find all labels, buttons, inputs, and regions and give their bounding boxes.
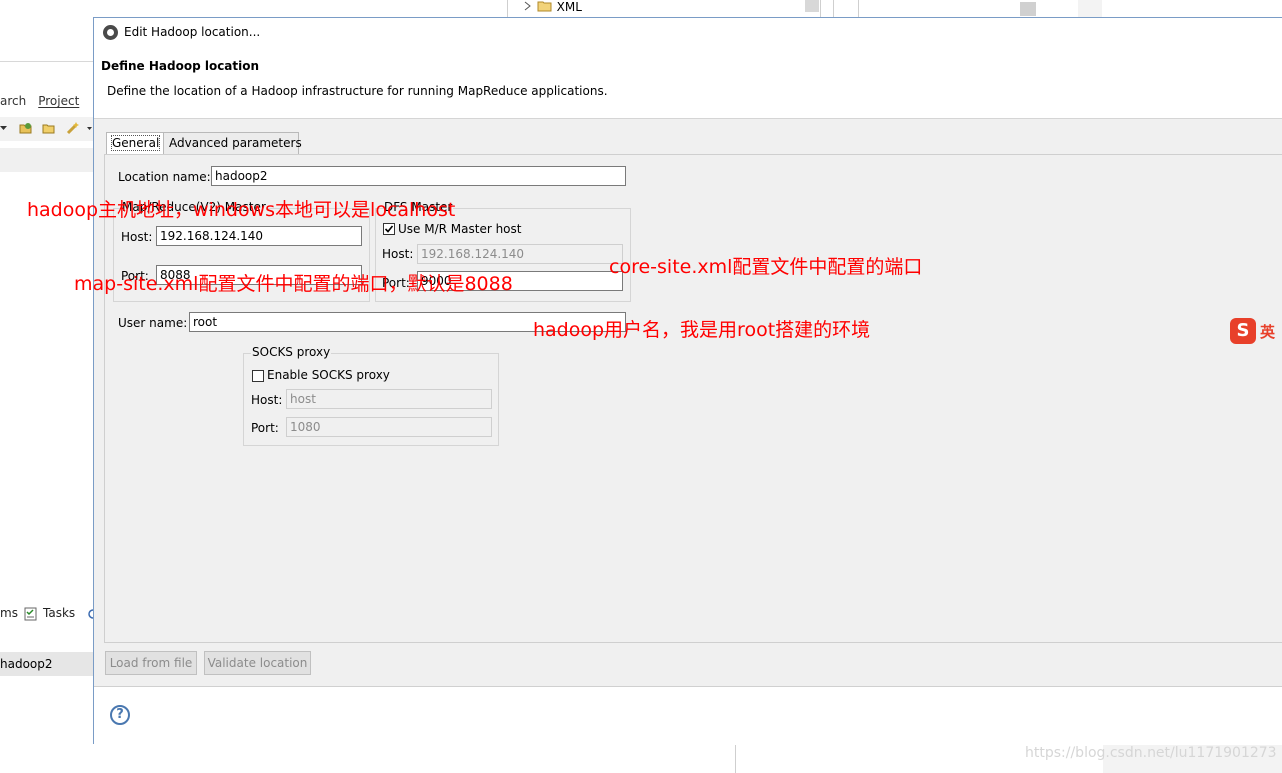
scrollbar-thumb[interactable] [805,0,819,12]
dialog-title: Edit Hadoop location... [124,25,261,39]
tab-advanced-parameters[interactable]: Advanced parameters [163,132,302,154]
menu-item-search[interactable]: arch [0,94,26,108]
ime-indicator[interactable]: S 英 [1230,318,1282,344]
tab-problems[interactable]: ms [0,606,18,620]
dfs-host-input[interactable]: 192.168.124.140 [417,244,623,264]
socks-host-input[interactable]: host [286,389,492,409]
ime-language-label: 英 [1260,323,1276,341]
background-view-strip [0,148,93,172]
menu-item-project[interactable]: Project [38,94,79,108]
location-name-label: Location name: [118,170,211,184]
background-bottom-tabs: ms Tasks [0,606,94,626]
open-project-icon[interactable] [19,121,33,135]
divider [735,745,736,773]
divider [833,0,834,17]
mr-host-input[interactable]: 192.168.124.140 [156,226,362,246]
sogou-logo-icon: S [1230,318,1256,344]
tab-general[interactable]: General [106,132,164,155]
annotation-host: hadoop主机地址，windows本地可以是localhost [27,199,456,221]
use-mr-master-checkbox[interactable] [383,223,395,235]
socks-port-label: Port: [251,421,279,435]
chevron-right-icon[interactable] [523,0,533,12]
tab-tasks[interactable]: Tasks [43,606,75,620]
socks-proxy-title: SOCKS proxy [251,345,332,359]
load-from-file-button[interactable]: Load from file [105,651,197,675]
annotation-mr-port: map-site.xml配置文件中配置的端口，默认是8088 [74,273,513,295]
user-name-label: User name: [118,316,188,330]
dialog-titlebar[interactable]: Edit Hadoop location... [94,18,1282,47]
edit-hadoop-location-dialog: Edit Hadoop location... Define Hadoop lo… [93,17,1282,745]
divider [507,0,508,17]
mr-host-label: Host: [121,230,153,244]
dropdown-arrow-icon[interactable] [86,121,93,135]
hadoop-app-icon [103,25,118,40]
dialog-footer: ? [94,687,1282,745]
tree-item-xml[interactable]: XML [523,0,582,14]
tab-label: Advanced parameters [169,136,302,150]
divider [820,0,821,17]
tree-item-label: XML [556,0,582,14]
wand-icon[interactable] [66,121,80,135]
background-top-area [93,0,1282,17]
watermark: https://blog.csdn.net/lu1171901273 [1025,745,1277,761]
open-folder-icon[interactable] [42,121,56,135]
tab-label: General [110,135,161,151]
header-description: Define the location of a Hadoop infrastr… [107,84,608,98]
use-mr-master-label: Use M/R Master host [398,222,522,236]
annotation-user: hadoop用户名，我是用root搭建的环境 [533,319,871,341]
validate-location-button[interactable]: Validate location [204,651,311,675]
background-toolbar [0,117,93,141]
socks-port-input[interactable]: 1080 [286,417,492,437]
help-icon[interactable]: ? [110,705,130,725]
dfs-host-label: Host: [382,247,414,261]
scrollbar-thumb[interactable] [1020,2,1036,16]
background-menu-bar: arch Project [0,94,91,108]
socks-host-label: Host: [251,393,283,407]
checkmark-icon [384,225,394,233]
background-tree-item-hadoop[interactable]: hadoop2 [0,652,93,676]
dialog-header: Define Hadoop location Define the locati… [94,47,1282,119]
folder-icon [537,1,552,12]
tree-item-label: hadoop2 [0,657,53,671]
annotation-dfs-port: core-site.xml配置文件中配置的端口 [609,256,923,278]
divider [858,0,859,17]
background-right-panel [1078,0,1102,17]
dropdown-arrow-icon[interactable] [0,121,8,135]
enable-socks-checkbox[interactable] [252,370,264,382]
tasks-icon [24,607,37,621]
location-name-input[interactable]: hadoop2 [211,166,626,186]
header-title: Define Hadoop location [101,59,260,73]
enable-socks-label: Enable SOCKS proxy [267,368,390,382]
